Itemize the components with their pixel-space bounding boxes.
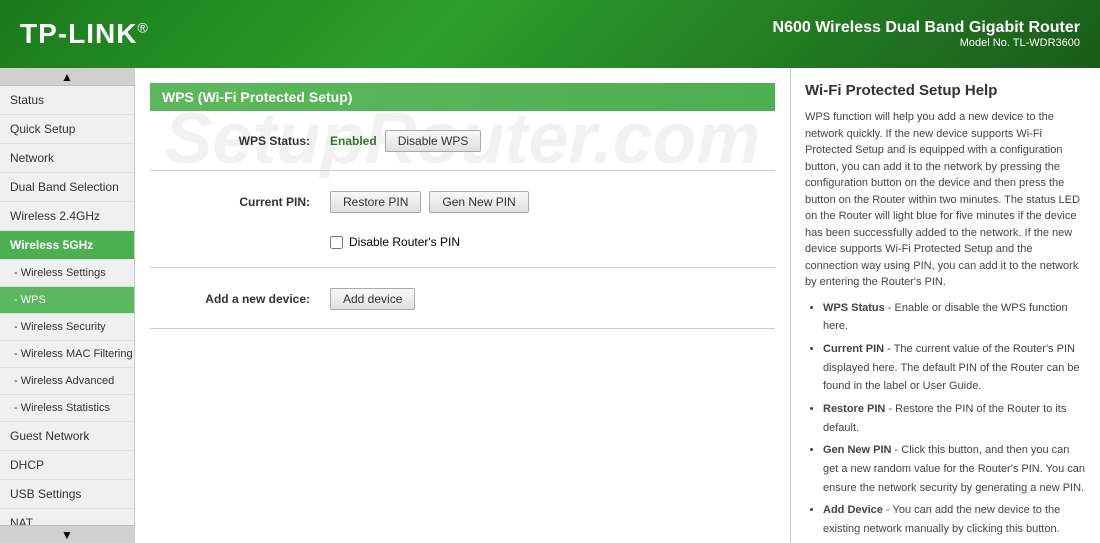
help-list-item: Add Device - You can add the new device …	[823, 501, 1086, 538]
sidebar-item-dual-band[interactable]: Dual Band Selection	[0, 173, 134, 202]
pin-controls: Restore PIN Gen New PIN	[330, 191, 529, 213]
sidebar-item-quick-setup[interactable]: Quick Setup	[0, 115, 134, 144]
sidebar-item-wireless-5[interactable]: Wireless 5GHz	[0, 231, 134, 260]
disable-pin-label: Disable Router's PIN	[349, 235, 460, 249]
help-list: WPS Status - Enable or disable the WPS f…	[805, 299, 1086, 539]
current-pin-label: Current PIN:	[150, 195, 330, 209]
add-device-label: Add a new device:	[150, 292, 330, 306]
wps-status-controls: Enabled Disable WPS	[330, 130, 481, 152]
main-layout: ▲ StatusQuick SetupNetworkDual Band Sele…	[0, 68, 1100, 543]
help-panel: Wi-Fi Protected Setup Help WPS function …	[790, 68, 1100, 543]
sidebar-item-wireless-settings[interactable]: - Wireless Settings	[0, 260, 134, 287]
help-list-item: Restore PIN - Restore the PIN of the Rou…	[823, 400, 1086, 437]
disable-pin-checkbox[interactable]	[330, 236, 343, 249]
sidebar-item-wireless-stats[interactable]: - Wireless Statistics	[0, 395, 134, 422]
sidebar-item-dhcp[interactable]: DHCP	[0, 451, 134, 480]
wps-status-label: WPS Status:	[150, 134, 330, 148]
header: TP-LINK® N600 Wireless Dual Band Gigabit…	[0, 0, 1100, 68]
gen-new-pin-button[interactable]: Gen New PIN	[429, 191, 528, 213]
sidebar-item-status[interactable]: Status	[0, 86, 134, 115]
section-title-bar: WPS (Wi-Fi Protected Setup)	[150, 83, 775, 111]
add-device-row: Add a new device: Add device	[150, 284, 775, 314]
logo-registered: ®	[137, 20, 148, 36]
sidebar-item-wireless-advanced[interactable]: - Wireless Advanced	[0, 368, 134, 395]
wps-status-value: Enabled	[330, 134, 377, 148]
add-device-button[interactable]: Add device	[330, 288, 415, 310]
sidebar-item-guest-network[interactable]: Guest Network	[0, 422, 134, 451]
sidebar-item-wireless-24[interactable]: Wireless 2.4GHz	[0, 202, 134, 231]
sidebar: ▲ StatusQuick SetupNetworkDual Band Sele…	[0, 68, 135, 543]
router-name: N600 Wireless Dual Band Gigabit Router	[773, 19, 1080, 37]
sidebar-scroll-up[interactable]: ▲	[0, 68, 134, 86]
current-pin-row: Current PIN: Restore PIN Gen New PIN	[150, 187, 775, 217]
sidebar-scroll-down[interactable]: ▼	[0, 525, 134, 543]
help-intro: WPS function will help you add a new dev…	[805, 109, 1086, 291]
sidebar-item-wireless-security[interactable]: - Wireless Security	[0, 314, 134, 341]
divider-1	[150, 170, 775, 171]
disable-pin-checkbox-row: Disable Router's PIN	[330, 235, 460, 249]
model-number: Model No. TL-WDR3600	[773, 37, 1080, 49]
wps-form: WPS Status: Enabled Disable WPS Current …	[150, 126, 775, 329]
wps-status-row: WPS Status: Enabled Disable WPS	[150, 126, 775, 156]
help-list-item: Gen New PIN - Click this button, and the…	[823, 441, 1086, 497]
section-title: WPS (Wi-Fi Protected Setup)	[162, 89, 352, 105]
content-area: SetupRouter.com WPS (Wi-Fi Protected Set…	[135, 68, 1100, 543]
help-list-item: Current PIN - The current value of the R…	[823, 340, 1086, 396]
disable-pin-row: Disable Router's PIN	[330, 231, 775, 253]
sidebar-item-usb-settings[interactable]: USB Settings	[0, 480, 134, 509]
sidebar-item-wps[interactable]: - WPS	[0, 287, 134, 314]
main-content: SetupRouter.com WPS (Wi-Fi Protected Set…	[135, 68, 790, 543]
restore-pin-button[interactable]: Restore PIN	[330, 191, 421, 213]
sidebar-item-network[interactable]: Network	[0, 144, 134, 173]
divider-2	[150, 267, 775, 268]
divider-3	[150, 328, 775, 329]
disable-wps-button[interactable]: Disable WPS	[385, 130, 482, 152]
logo: TP-LINK®	[20, 18, 149, 50]
add-device-controls: Add device	[330, 288, 415, 310]
sidebar-item-wireless-mac[interactable]: - Wireless MAC Filtering	[0, 341, 134, 368]
logo-text: TP-LINK	[20, 18, 137, 49]
help-title: Wi-Fi Protected Setup Help	[805, 82, 1086, 99]
router-info: N600 Wireless Dual Band Gigabit Router M…	[773, 19, 1080, 49]
help-list-item: WPS Status - Enable or disable the WPS f…	[823, 299, 1086, 336]
